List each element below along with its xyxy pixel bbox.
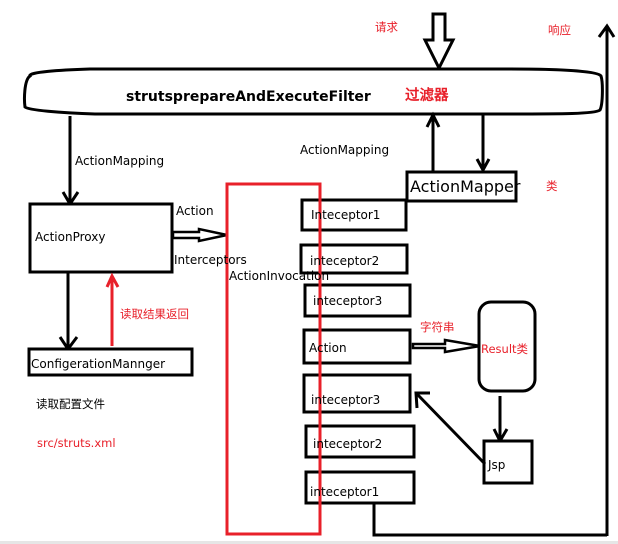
chain-item-label: inteceptor1 <box>310 485 380 499</box>
action-mapping-right-label: ActionMapping <box>300 143 390 157</box>
chain-item-label: Inteceptor1 <box>311 208 381 222</box>
action-mapper-label: ActionMapper <box>410 177 521 196</box>
action-to-result-arrow <box>411 338 481 354</box>
config-file-label: src/struts.xml <box>37 436 116 450</box>
chain-item-label: inteceptor3 <box>311 393 381 407</box>
read-result-return-label: 读取结果返回 <box>120 307 189 321</box>
chain-item-label: inteceptor3 <box>313 294 383 308</box>
action-mapping-left-label: ActionMapping <box>75 154 165 168</box>
request-arrow <box>422 12 456 72</box>
response-label: 响应 <box>548 23 571 37</box>
action-invocation-label: ActionInvocation <box>229 269 330 283</box>
chain-item-label: inteceptor2 <box>310 254 380 268</box>
chain-item-label: Action <box>309 341 347 355</box>
filter-label: strutsprepareAndExecuteFilter <box>126 89 371 105</box>
request-label: 请求 <box>375 20 398 34</box>
string-label: 字符串 <box>420 320 455 334</box>
configuration-manager-note: 读取配置文件 <box>36 397 105 411</box>
proxy-to-invocation-arrow <box>171 227 228 243</box>
jsp-to-interceptor-line <box>415 392 487 466</box>
chain-item-label: inteceptor2 <box>313 437 383 451</box>
filter-note: 过滤器 <box>405 88 449 104</box>
proxy-interceptors-label: Interceptors <box>174 253 247 267</box>
action-mapper-note: 类 <box>546 179 558 193</box>
configuration-manager-label: ConfigerationMannger <box>31 357 166 371</box>
jsp-label: Jsp <box>488 458 506 472</box>
return-path <box>372 502 607 537</box>
result-label: Result类 <box>481 342 529 356</box>
action-proxy-label: ActionProxy <box>35 230 106 244</box>
proxy-action-label: Action <box>176 204 214 218</box>
